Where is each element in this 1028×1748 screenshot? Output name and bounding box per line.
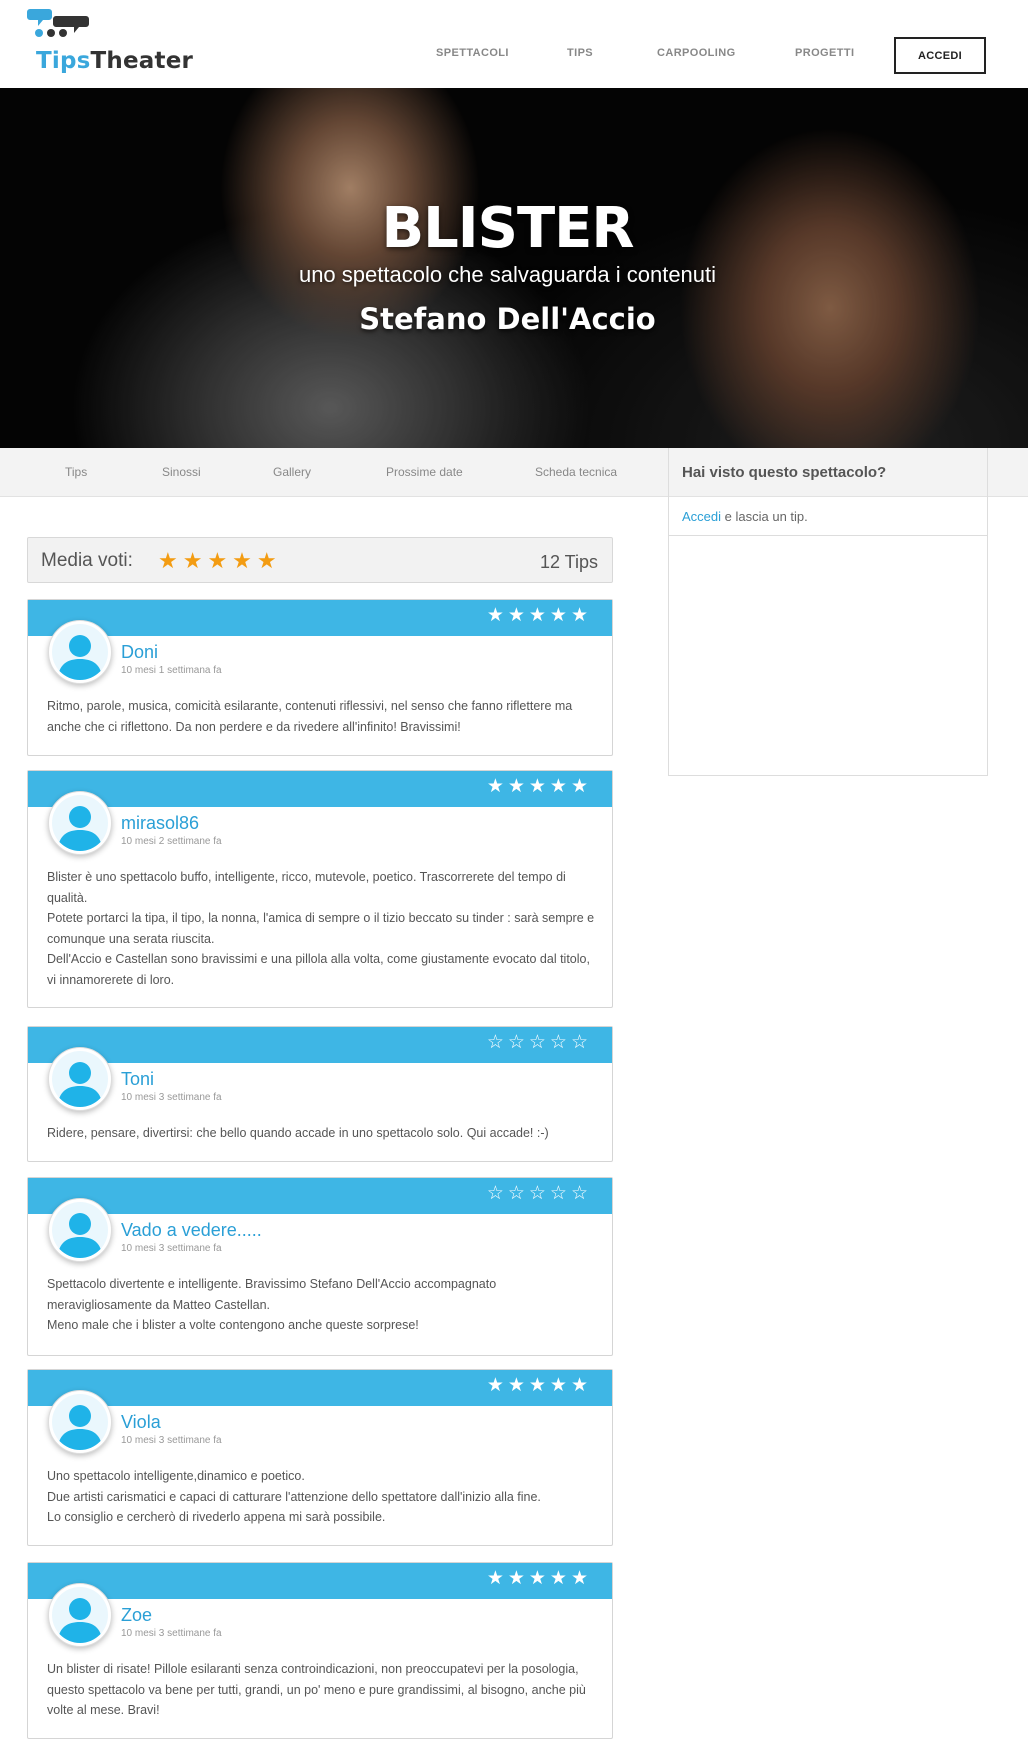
sidebar-header: Hai visto questo spettacolo? bbox=[669, 448, 987, 497]
user-icon bbox=[52, 1051, 108, 1107]
review-text: Spettacolo divertente e intelligente. Br… bbox=[47, 1274, 597, 1336]
user-icon bbox=[52, 624, 108, 680]
show-author: Stefano Dell'Accio bbox=[359, 302, 656, 336]
review-timestamp: 10 mesi 3 settimane fa bbox=[121, 1628, 222, 1639]
review-card: ★★★★★ Doni 10 mesi 1 settimana fa Ritmo, pa… bbox=[27, 599, 613, 756]
review-paragraph: Meno male che i blister a volte contengo… bbox=[47, 1318, 419, 1332]
logo-icon bbox=[27, 9, 89, 37]
tab-prossime-date[interactable]: Prossime date bbox=[386, 465, 463, 479]
logo[interactable]: TipsTheater bbox=[26, 8, 193, 78]
sidebar-panel: Hai visto questo spettacolo? Accedi e la… bbox=[668, 448, 988, 536]
tab-sinossi[interactable]: Sinossi bbox=[162, 465, 201, 479]
review-username[interactable]: Viola bbox=[121, 1412, 161, 1433]
user-icon bbox=[52, 1587, 108, 1643]
review-paragraph: Un blister di risate! Pillole esilaranti… bbox=[47, 1662, 586, 1717]
review-timestamp: 10 mesi 3 settimane fa bbox=[121, 1435, 222, 1446]
review-paragraph: Potete portarci la tipa, il tipo, la non… bbox=[47, 911, 595, 946]
review-paragraph: Uno spettacolo intelligente,dinamico e p… bbox=[47, 1469, 305, 1483]
show-title: BLISTER bbox=[381, 196, 634, 261]
sidebar-login-link[interactable]: Accedi bbox=[682, 509, 721, 524]
review-card: ★★★★★ Zoe 10 mesi 3 settimane fa Un blister… bbox=[27, 1562, 613, 1739]
logo-text: TipsTheater bbox=[36, 48, 193, 74]
average-rating-stars: ★★★★★ bbox=[158, 548, 282, 573]
review-text: Un blister di risate! Pillole esilaranti… bbox=[47, 1659, 597, 1721]
review-header-bar: ★★★★★ bbox=[28, 600, 612, 636]
avatar bbox=[48, 620, 112, 684]
review-timestamp: 10 mesi 3 settimane fa bbox=[121, 1243, 222, 1254]
logo-text-tips: Tips bbox=[36, 48, 91, 74]
nav-carpooling[interactable]: CARPOOLING bbox=[657, 47, 736, 59]
review-paragraph: Ridere, pensare, divertirsi: che bello q… bbox=[47, 1126, 549, 1140]
review-card: ☆☆☆☆☆ Vado a vedere..... 10 mesi 3 settima… bbox=[27, 1177, 613, 1356]
average-rating: Media voti: ★★★★★ 12 Tips bbox=[27, 537, 613, 583]
sidebar-empty-box bbox=[668, 536, 988, 776]
review-header-bar: ☆☆☆☆☆ bbox=[28, 1178, 612, 1214]
nav-spettacoli[interactable]: SPETTACOLI bbox=[436, 47, 509, 59]
review-timestamp: 10 mesi 2 settimane fa bbox=[121, 836, 222, 847]
sidebar-title: Hai visto questo spettacolo? bbox=[682, 464, 887, 481]
logo-text-theater: Theater bbox=[90, 48, 194, 74]
hero-banner: BLISTER uno spettacolo che salvaguarda i… bbox=[0, 88, 1028, 448]
avatar bbox=[48, 1198, 112, 1262]
sidebar-body: Accedi e lascia un tip. bbox=[682, 509, 808, 524]
review-text: Ridere, pensare, divertirsi: che bello q… bbox=[47, 1123, 597, 1144]
review-stars: ★★★★★ bbox=[486, 605, 592, 626]
review-card: ★★★★★ mirasol86 10 mesi 2 settimane fa Blis… bbox=[27, 770, 613, 1008]
review-paragraph: Due artisti carismatici e capaci di catt… bbox=[47, 1489, 541, 1504]
review-stars: ☆☆☆☆☆ bbox=[486, 1032, 592, 1053]
review-paragraph: Ritmo, parole, musica, comicità esilaran… bbox=[47, 699, 573, 734]
sidebar-text: e lascia un tip. bbox=[721, 509, 808, 524]
user-icon bbox=[52, 795, 108, 851]
review-username[interactable]: Zoe bbox=[121, 1605, 152, 1626]
nav-progetti[interactable]: PROGETTI bbox=[795, 47, 854, 59]
tips-count: 12 Tips bbox=[539, 552, 598, 572]
review-text: Blister è uno spettacolo buffo, intellig… bbox=[47, 867, 597, 990]
review-username[interactable]: mirasol86 bbox=[121, 813, 199, 834]
review-username[interactable]: Toni bbox=[121, 1069, 154, 1090]
tab-tips[interactable]: Tips bbox=[65, 465, 87, 479]
avatar bbox=[48, 1047, 112, 1111]
review-text: Uno spettacolo intelligente,dinamico e p… bbox=[47, 1466, 597, 1528]
show-subtitle: uno spettacolo che salvaguarda i contenu… bbox=[298, 262, 717, 287]
review-timestamp: 10 mesi 3 settimane fa bbox=[121, 1092, 222, 1103]
avatar bbox=[48, 1390, 112, 1454]
review-stars: ★★★★★ bbox=[486, 1568, 592, 1589]
review-header-bar: ★★★★★ bbox=[28, 771, 612, 807]
review-stars: ☆☆☆☆☆ bbox=[486, 1183, 592, 1204]
average-rating-label: Media voti: bbox=[41, 550, 133, 571]
review-paragraph: Lo consiglio e cercherò di rivederlo app… bbox=[47, 1510, 386, 1524]
tab-scheda-tecnica[interactable]: Scheda tecnica bbox=[535, 465, 617, 479]
review-paragraph: Blister è uno spettacolo buffo, intellig… bbox=[47, 870, 566, 905]
avatar bbox=[48, 791, 112, 855]
review-header-bar: ★★★★★ bbox=[28, 1370, 612, 1406]
review-header-bar: ★★★★★ bbox=[28, 1563, 612, 1599]
tab-gallery[interactable]: Gallery bbox=[273, 465, 311, 479]
login-button[interactable]: ACCEDI bbox=[894, 37, 986, 74]
user-icon bbox=[52, 1394, 108, 1450]
review-stars: ★★★★★ bbox=[486, 776, 592, 797]
site-header: TipsTheater SPETTACOLI TIPS CARPOOLING P… bbox=[0, 0, 1028, 88]
review-timestamp: 10 mesi 1 settimana fa bbox=[121, 665, 222, 676]
review-card: ☆☆☆☆☆ Toni 10 mesi 3 settimane fa Ridere, p… bbox=[27, 1026, 613, 1162]
review-text: Ritmo, parole, musica, comicità esilaran… bbox=[47, 696, 597, 737]
avatar bbox=[48, 1583, 112, 1647]
review-paragraph: Dell'Accio e Castellan sono bravissimi e… bbox=[47, 952, 590, 987]
review-card: ★★★★★ Viola 10 mesi 3 settimane fa Uno spet… bbox=[27, 1369, 613, 1546]
review-username[interactable]: Vado a vedere..... bbox=[121, 1220, 262, 1241]
review-paragraph: Spettacolo divertente e intelligente. Br… bbox=[47, 1277, 497, 1312]
review-username[interactable]: Doni bbox=[121, 642, 158, 663]
review-header-bar: ☆☆☆☆☆ bbox=[28, 1027, 612, 1063]
nav-tips[interactable]: TIPS bbox=[567, 47, 593, 59]
review-stars: ★★★★★ bbox=[486, 1375, 592, 1396]
user-icon bbox=[52, 1202, 108, 1258]
